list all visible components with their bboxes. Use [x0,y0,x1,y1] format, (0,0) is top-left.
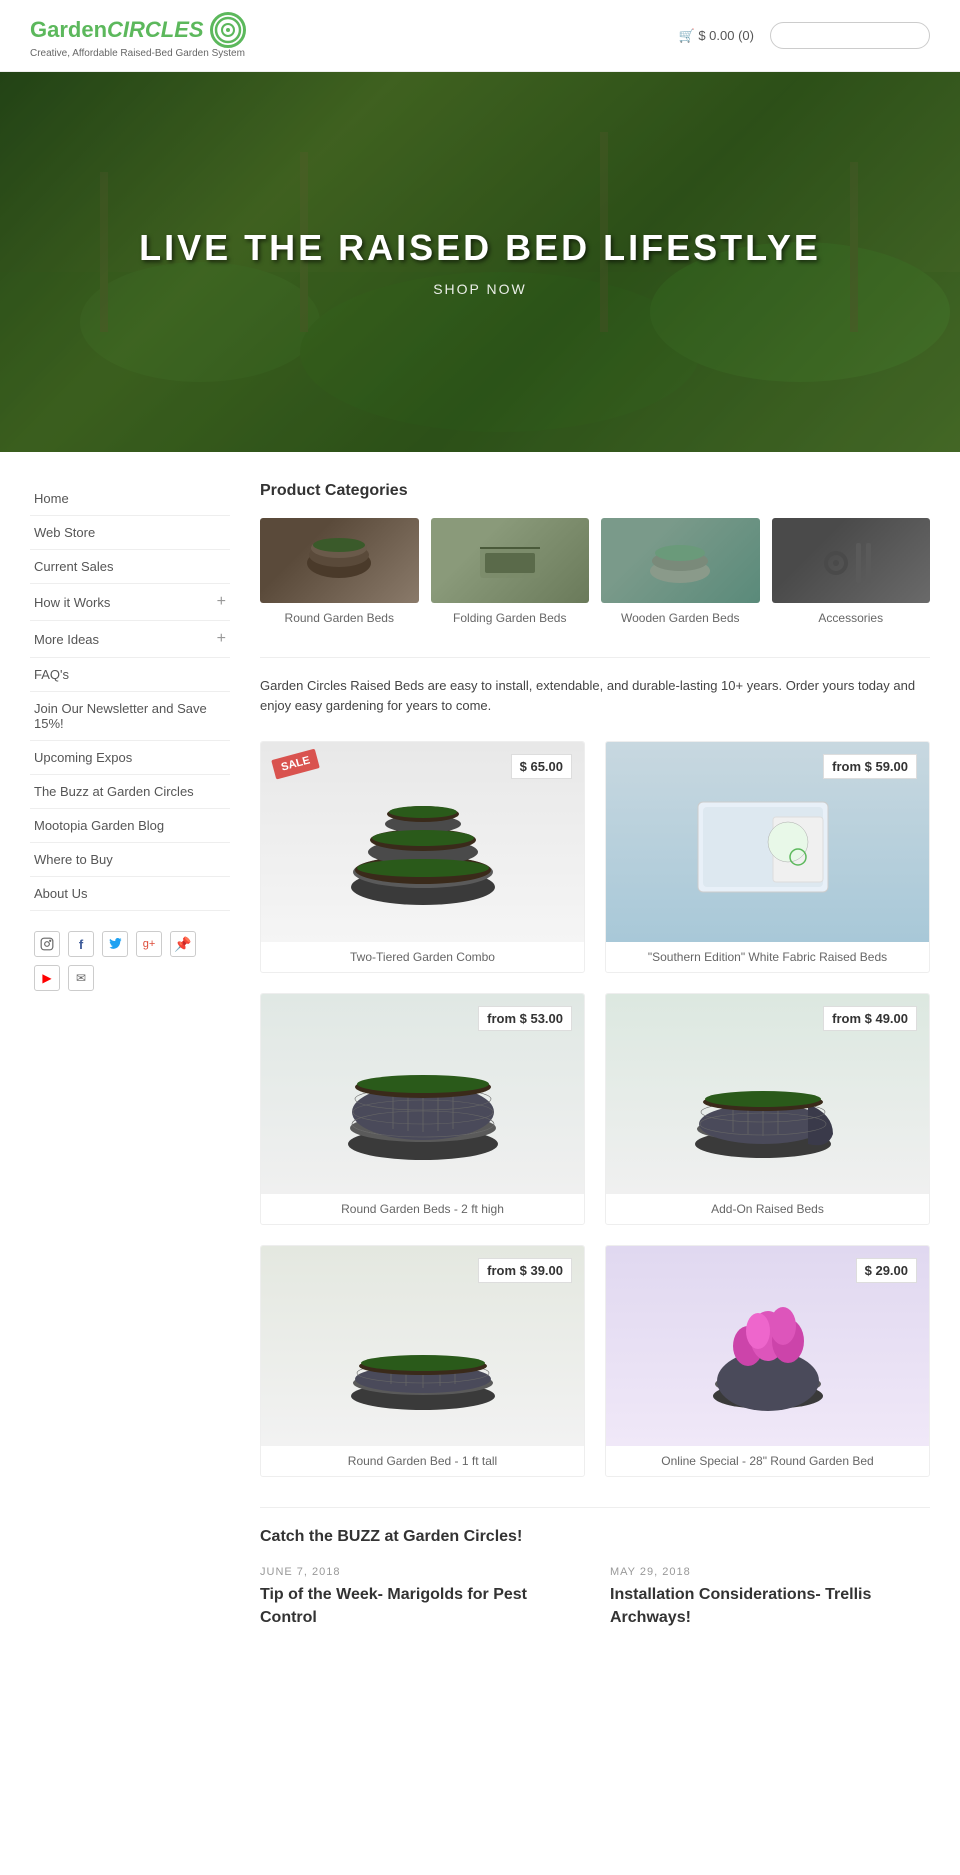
content-area: Product Categories Round Garden Beds Fol… [260,482,930,1629]
sidebar: HomeWeb StoreCurrent SalesHow it Works+M… [30,482,230,1629]
blog-title-1: Installation Considerations- Trellis Arc… [610,1584,930,1629]
logo-area[interactable]: GardenCIRCLES Creative, Affordable Raise… [30,12,246,59]
price-badge-2: from $ 53.00 [478,1006,572,1031]
blog-date-1: MAY 29, 2018 [610,1566,930,1578]
logo-tagline: Creative, Affordable Raised-Bed Garden S… [30,48,246,59]
header-right: 🛒 $ 0.00 (0) [679,22,930,49]
price-badge-5: $ 29.00 [856,1258,917,1283]
category-grid: Round Garden Beds Folding Garden Beds Wo… [260,518,930,627]
product-card-5[interactable]: $ 29.00 Online Special - 28" Round Garde… [605,1245,930,1477]
product-card-4[interactable]: from $ 39.00 Round Garden Bed - 1 ft tal… [260,1245,585,1477]
category-label-2: Wooden Garden Beds [621,611,740,625]
category-item-1[interactable]: Folding Garden Beds [431,518,590,627]
product-img-3: from $ 49.00 [606,994,929,1194]
googleplus-icon[interactable]: g+ [136,931,162,957]
product-grid: SALE $ 65.00 Two-Tiered Garden Combo fro… [260,741,930,1477]
product-img-2: from $ 53.00 [261,994,584,1194]
product-img-0: SALE $ 65.00 [261,742,584,942]
site-header: GardenCIRCLES Creative, Affordable Raise… [0,0,960,72]
category-img-3 [772,518,931,603]
sidebar-item-8[interactable]: The Buzz at Garden Circles [30,775,230,808]
category-label-1: Folding Garden Beds [453,611,566,625]
sidebar-social: f g+ 📌 ▶ ✉ [30,931,230,991]
logo-icon [210,12,246,48]
categories-title: Product Categories [260,482,930,500]
category-item-2[interactable]: Wooden Garden Beds [601,518,760,627]
blog-item-1[interactable]: MAY 29, 2018 Installation Considerations… [610,1566,930,1629]
search-input[interactable] [770,22,930,49]
hero-title: LIVE THE RAISED BED LIFESTLYE [139,227,821,269]
category-label-0: Round Garden Beds [285,611,394,625]
sidebar-item-11[interactable]: About Us [30,877,230,910]
twitter-icon[interactable] [102,931,128,957]
product-name-2: Round Garden Beds - 2 ft high [261,1194,584,1224]
blog-title-0: Tip of the Week- Marigolds for Pest Cont… [260,1584,580,1629]
product-img-5: $ 29.00 [606,1246,929,1446]
product-img-4: from $ 39.00 [261,1246,584,1446]
blog-section-title: Catch the BUZZ at Garden Circles! [260,1528,930,1546]
sidebar-item-10[interactable]: Where to Buy [30,843,230,876]
cart-info[interactable]: 🛒 $ 0.00 (0) [679,28,754,44]
price-badge-4: from $ 39.00 [478,1258,572,1283]
category-item-0[interactable]: Round Garden Beds [260,518,419,627]
sidebar-nav: HomeWeb StoreCurrent SalesHow it Works+M… [30,482,230,911]
price-badge-1: from $ 59.00 [823,754,917,779]
sidebar-item-2[interactable]: Current Sales [30,550,230,583]
email-icon[interactable]: ✉ [68,965,94,991]
category-label-3: Accessories [818,611,883,625]
main-layout: HomeWeb StoreCurrent SalesHow it Works+M… [0,452,960,1659]
product-name-0: Two-Tiered Garden Combo [261,942,584,972]
product-card-1[interactable]: from $ 59.00 "Southern Edition" White Fa… [605,741,930,973]
instagram-icon[interactable] [34,931,60,957]
pinterest-icon[interactable]: 📌 [170,931,196,957]
product-card-0[interactable]: SALE $ 65.00 Two-Tiered Garden Combo [260,741,585,973]
sidebar-item-0[interactable]: Home [30,482,230,515]
hero-subtitle[interactable]: SHOP NOW [139,281,821,297]
category-img-0 [260,518,419,603]
price-badge-3: from $ 49.00 [823,1006,917,1031]
category-item-3[interactable]: Accessories [772,518,931,627]
category-img-1 [431,518,590,603]
logo-text: GardenCIRCLES [30,17,204,43]
product-card-3[interactable]: from $ 49.00 Add-On Raised Beds [605,993,930,1225]
description-text: Garden Circles Raised Beds are easy to i… [260,657,930,718]
category-img-2 [601,518,760,603]
hero-banner: LIVE THE RAISED BED LIFESTLYE SHOP NOW [0,72,960,452]
product-name-5: Online Special - 28" Round Garden Bed [606,1446,929,1476]
blog-grid: JUNE 7, 2018 Tip of the Week- Marigolds … [260,1566,930,1629]
product-card-2[interactable]: from $ 53.00 Round Garden Beds - 2 ft hi… [260,993,585,1225]
blog-section: Catch the BUZZ at Garden Circles! JUNE 7… [260,1507,930,1629]
facebook-icon[interactable]: f [68,931,94,957]
youtube-icon[interactable]: ▶ [34,965,60,991]
product-name-1: "Southern Edition" White Fabric Raised B… [606,942,929,972]
logo-accent: CIRCLES [107,17,204,42]
sidebar-item-5[interactable]: FAQ's [30,658,230,691]
sidebar-item-1[interactable]: Web Store [30,516,230,549]
blog-date-0: JUNE 7, 2018 [260,1566,580,1578]
sidebar-item-3[interactable]: How it Works+ [30,584,230,620]
sidebar-item-9[interactable]: Mootopia Garden Blog [30,809,230,842]
product-img-1: from $ 59.00 [606,742,929,942]
price-badge-0: $ 65.00 [511,754,572,779]
product-name-4: Round Garden Bed - 1 ft tall [261,1446,584,1476]
hero-content: LIVE THE RAISED BED LIFESTLYE SHOP NOW [139,227,821,297]
sidebar-item-6[interactable]: Join Our Newsletter and Save 15%! [30,692,230,740]
product-name-3: Add-On Raised Beds [606,1194,929,1224]
blog-item-0[interactable]: JUNE 7, 2018 Tip of the Week- Marigolds … [260,1566,580,1629]
sidebar-item-7[interactable]: Upcoming Expos [30,741,230,774]
sidebar-item-4[interactable]: More Ideas+ [30,621,230,657]
sale-badge: SALE [271,749,320,780]
logo-main: Garden [30,17,107,42]
